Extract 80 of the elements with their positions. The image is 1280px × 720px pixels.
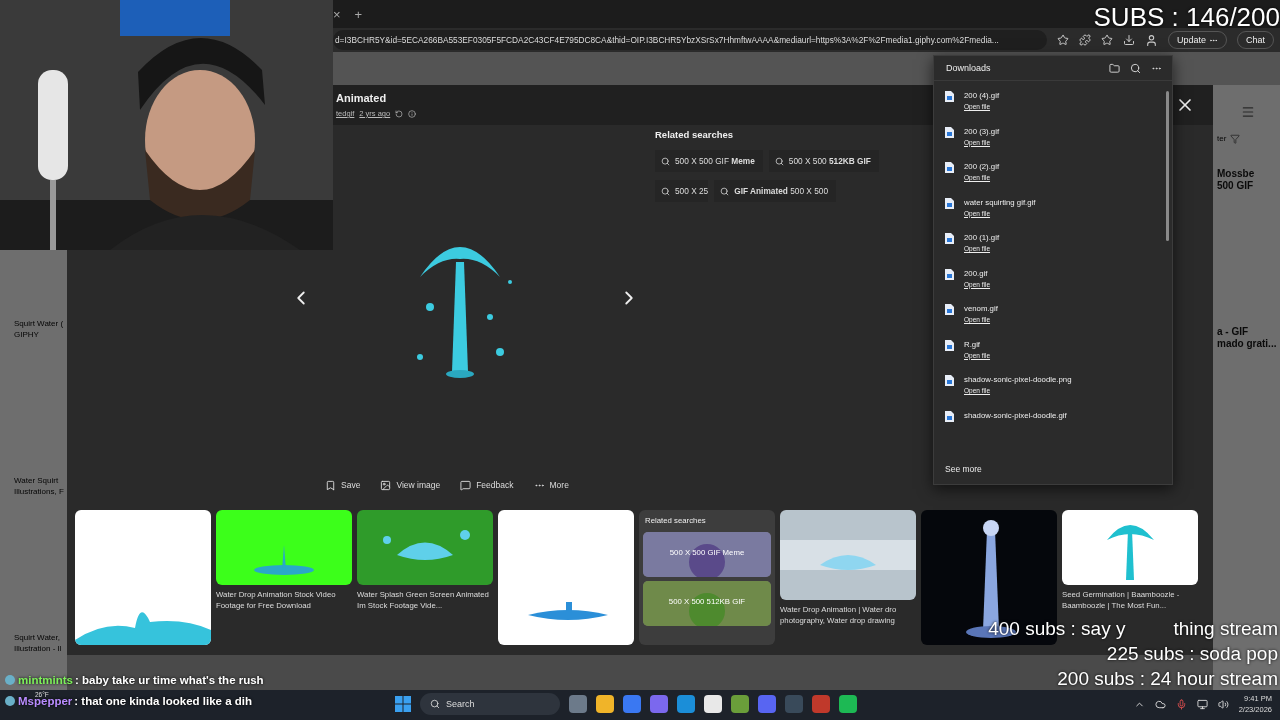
download-icon[interactable]: [1122, 34, 1135, 46]
app-icon[interactable]: [758, 695, 776, 713]
app-icon[interactable]: [650, 695, 668, 713]
see-more-link[interactable]: See more: [934, 458, 1172, 484]
chat-badge-icon: [4, 674, 16, 686]
sub-goal-text: 225 subs : soda pop: [1106, 642, 1278, 666]
image-file-icon: [945, 304, 954, 315]
favorites-icon[interactable]: [1100, 34, 1113, 46]
downloads-title: Downloads: [946, 63, 992, 73]
info-icon: [408, 109, 417, 118]
chat-message: : baby take ur time what's the rush: [74, 674, 264, 686]
related-search-chip[interactable]: 500 X 25: [655, 180, 709, 202]
chat-username: mintmints: [18, 674, 73, 686]
app-icon[interactable]: [569, 695, 587, 713]
image-file-icon: [945, 91, 954, 102]
chat-button[interactable]: Chat: [1237, 31, 1274, 49]
address-bar[interactable]: d=I3BCHR5Y&id=5ECA266BA553EF0305F5FCDA2C43CF4E795DC8CA&thid=OIP.I3BCHR5YbzXSrSx7HhmftwAAAA&mediaurl=https%3A%2F%2Fmedia1.giphy.com%2Fmedia...: [333, 30, 1047, 50]
search-icon[interactable]: [1130, 62, 1141, 74]
sub-goal-text: 200 subs : 24 hour stream: [1057, 667, 1278, 691]
save-icon: [325, 479, 336, 491]
search-icon: [430, 699, 440, 709]
app-icon[interactable]: [839, 695, 857, 713]
action-button[interactable]: Feedback: [460, 479, 514, 491]
search-icon: [774, 156, 784, 166]
result-caption: a - GIF: [1217, 326, 1250, 338]
taskbar-search[interactable]: Search: [420, 693, 560, 715]
result-caption: GIPHY: [14, 329, 40, 340]
related-search-chip[interactable]: 500 X 500 512KB GIF: [768, 150, 879, 172]
related-search-chip[interactable]: 500 X 500 GIF Meme: [655, 150, 763, 172]
new-tab-button[interactable]: +: [354, 6, 363, 22]
app-icon[interactable]: [677, 695, 695, 713]
result-caption: Mossbe: [1217, 168, 1255, 180]
update-button[interactable]: Update: [1167, 31, 1227, 49]
close-tab-button[interactable]: ×: [333, 6, 341, 22]
action-button[interactable]: Save: [325, 479, 361, 491]
monitor-icon[interactable]: [1196, 698, 1208, 710]
action-button[interactable]: More: [533, 479, 569, 491]
app-icon[interactable]: [704, 695, 722, 713]
sub-goal-text: thing stream: [1173, 617, 1278, 641]
search-icon: [661, 186, 670, 196]
image-file-icon: [945, 126, 954, 138]
extensions-icon[interactable]: [1078, 34, 1091, 46]
search-icon: [661, 156, 670, 166]
search-icon: [720, 186, 730, 196]
speaker-icon[interactable]: [1217, 698, 1229, 710]
image-file-icon: [945, 162, 954, 173]
result-caption: Squirt Water,: [14, 632, 61, 643]
image-file-icon: [945, 197, 954, 209]
history-icon: [395, 109, 404, 118]
app-icon[interactable]: [623, 695, 641, 713]
image-file-icon: [945, 375, 954, 386]
chat-message: : that one kinda looked like a dih: [74, 695, 252, 707]
folder-icon[interactable]: [1109, 62, 1120, 74]
filter-label: ter: [1217, 133, 1227, 144]
scrollbar-thumb[interactable]: [1166, 91, 1169, 241]
result-caption: Illustration - Il: [14, 643, 63, 654]
image-file-icon: [945, 339, 954, 351]
result-caption: Illustrations, F: [14, 486, 65, 497]
action-button[interactable]: View image: [380, 479, 441, 491]
image-icon: [380, 479, 392, 491]
image-file-icon: [945, 410, 954, 422]
favorite-icon[interactable]: [1056, 34, 1069, 46]
chat-badge-icon: [4, 695, 16, 707]
filter-icon: [1230, 133, 1241, 144]
result-caption: 500 GIF: [1217, 180, 1255, 192]
feedback-icon: [460, 479, 472, 491]
app-icon[interactable]: [731, 695, 749, 713]
related-searches-title: Related searches: [655, 129, 735, 140]
result-caption: mado grati...: [1217, 338, 1277, 350]
related-search-chip[interactable]: GIF Animated 500 X 500: [714, 180, 836, 202]
image-file-icon: [945, 233, 954, 244]
cloud-icon[interactable]: [1154, 698, 1166, 710]
mic-icon[interactable]: [1175, 698, 1187, 710]
image-file-icon: [945, 268, 954, 280]
profile-icon[interactable]: [1144, 33, 1158, 47]
image-title: Animated: [336, 92, 388, 104]
result-caption: Squirt Water (: [14, 318, 65, 329]
subs-counter: SUBS : 146/200: [1093, 2, 1280, 33]
result-caption: Water Squirt: [14, 475, 60, 486]
app-icon[interactable]: [596, 695, 614, 713]
